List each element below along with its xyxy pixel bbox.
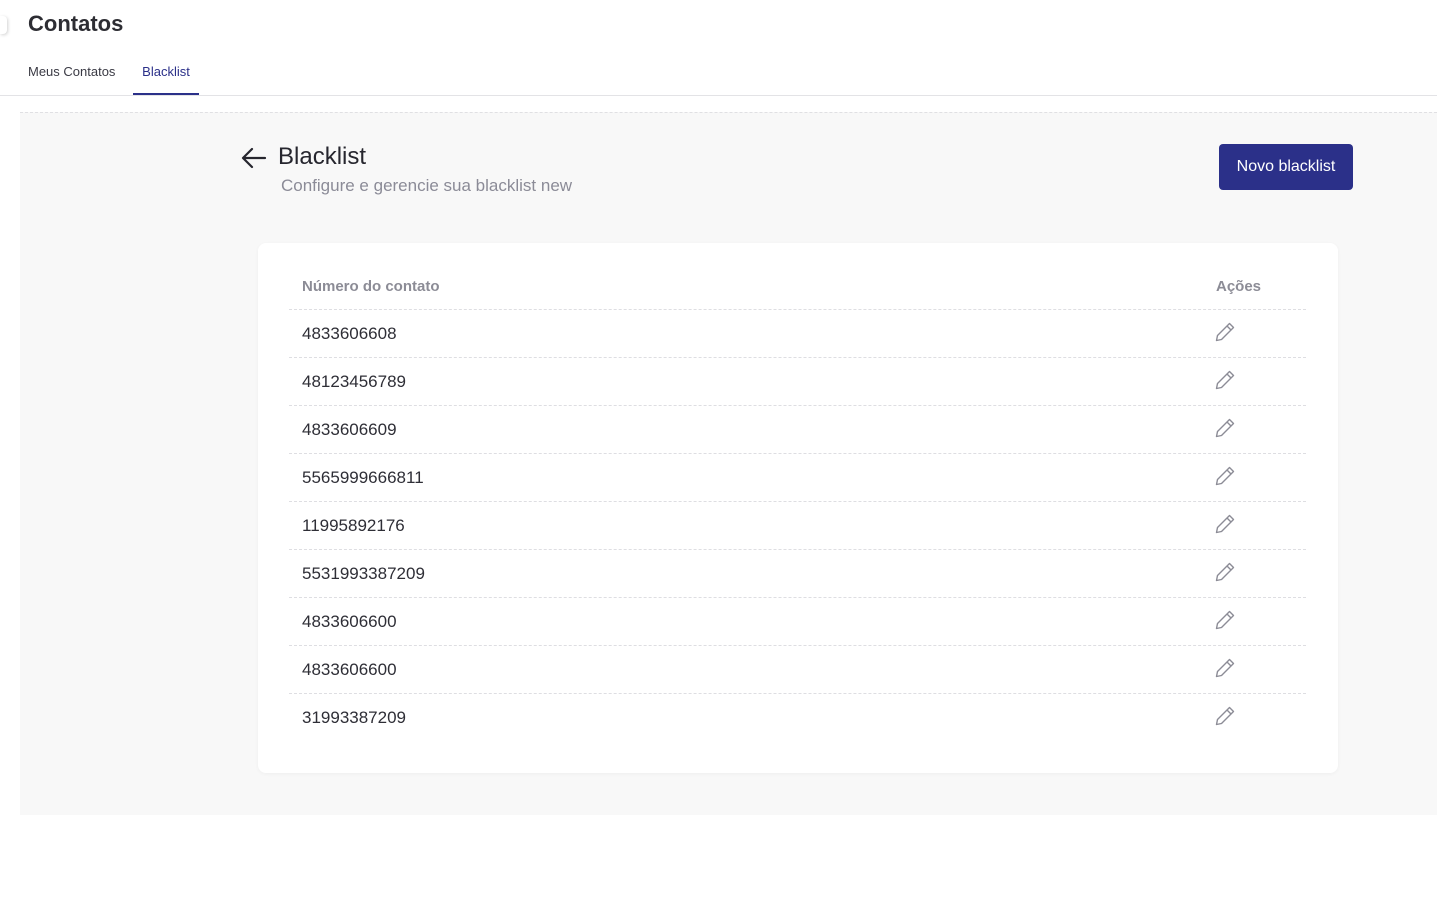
pencil-icon[interactable]: [1213, 464, 1237, 488]
table-row: 11995892176: [289, 502, 1306, 550]
page-title: Blacklist: [278, 143, 367, 170]
table-row: 5565999666811: [289, 454, 1306, 502]
pencil-icon[interactable]: [1213, 656, 1237, 680]
blacklist-table: Número do contato Ações 4833606608 48123…: [289, 267, 1306, 741]
table-row: 4833606600: [289, 598, 1306, 646]
column-header-actions: Ações: [1216, 278, 1262, 295]
table-header: Número do contato Ações: [289, 267, 1306, 310]
new-blacklist-button[interactable]: Novo blacklist: [1219, 144, 1353, 190]
table-row: 4833606608: [289, 310, 1306, 358]
arrow-left-icon[interactable]: [240, 146, 268, 170]
tab-meus-contatos[interactable]: Meus Contatos: [28, 64, 115, 95]
table-row: 48123456789: [289, 358, 1306, 406]
contact-number: 11995892176: [302, 516, 405, 535]
contact-number: 4833606600: [302, 612, 397, 631]
contact-number: 31993387209: [302, 708, 407, 727]
blacklist-panel: Blacklist Configure e gerencie sua black…: [20, 112, 1437, 815]
pencil-icon[interactable]: [1213, 368, 1237, 392]
table-row: 4833606600: [289, 646, 1306, 694]
pencil-icon[interactable]: [1213, 320, 1237, 344]
table-row: 31993387209: [289, 694, 1306, 741]
column-header-number: Número do contato: [302, 278, 440, 295]
table-row: 5531993387209: [289, 550, 1306, 598]
contact-number: 48123456789: [302, 372, 407, 391]
table-row: 4833606609: [289, 406, 1306, 454]
contact-number: 4833606600: [302, 660, 397, 679]
contact-number: 5565999666811: [302, 468, 424, 487]
pencil-icon[interactable]: [1213, 704, 1237, 728]
tab-bar: Meus Contatos Blacklist: [0, 60, 1437, 96]
contact-number: 5531993387209: [302, 564, 425, 583]
contact-number: 4833606608: [302, 324, 397, 343]
pencil-icon[interactable]: [1213, 512, 1237, 536]
page-subtitle: Configure e gerencie sua blacklist new: [281, 176, 573, 195]
table-body: 4833606608 48123456789 4833606609 556599…: [289, 310, 1306, 741]
tab-blacklist[interactable]: Blacklist: [133, 64, 199, 95]
contact-number: 4833606609: [302, 420, 397, 439]
pencil-icon[interactable]: [1213, 560, 1237, 584]
pencil-icon[interactable]: [1213, 416, 1237, 440]
side-panel-handle[interactable]: [0, 16, 7, 34]
app-title: Contatos: [28, 11, 124, 36]
blacklist-card: Número do contato Ações 4833606608 48123…: [258, 243, 1338, 773]
pencil-icon[interactable]: [1213, 608, 1237, 632]
